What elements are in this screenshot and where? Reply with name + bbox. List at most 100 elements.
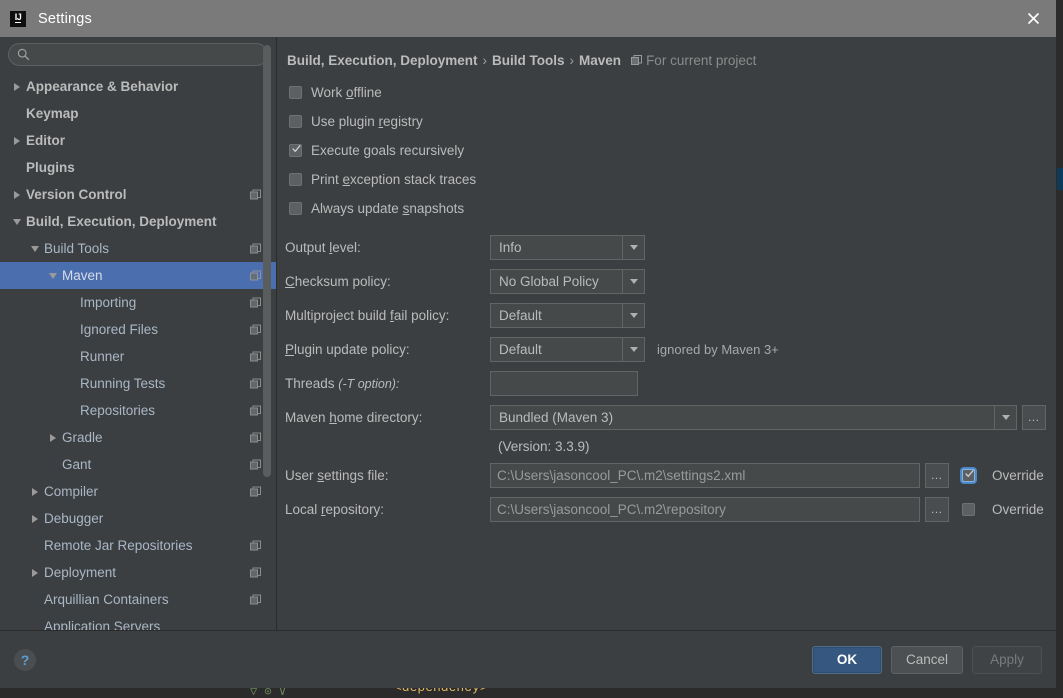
user-settings-override-toggle[interactable]: Override bbox=[962, 468, 1044, 483]
chevron-right-icon[interactable] bbox=[28, 512, 41, 525]
sidebar-item-runner[interactable]: Runner bbox=[0, 343, 276, 370]
local-repository-override-checkbox[interactable] bbox=[962, 502, 975, 516]
checkbox-row-print-exception-stack-traces[interactable]: Print exception stack traces bbox=[289, 165, 1056, 194]
sidebar-item-plugins[interactable]: Plugins bbox=[0, 154, 276, 181]
settings-sidebar: Appearance & Behavior Keymap Editor Plugins… bbox=[0, 37, 277, 630]
chevron-down-icon[interactable] bbox=[46, 269, 59, 282]
cancel-button[interactable]: Cancel bbox=[890, 645, 963, 674]
chevron-down-icon[interactable] bbox=[994, 405, 1016, 429]
chevron-right-icon[interactable] bbox=[28, 566, 41, 579]
chevron-down-icon[interactable] bbox=[622, 337, 644, 361]
checkbox-row-always-update-snapshots[interactable]: Always update snapshots bbox=[289, 194, 1056, 223]
checkbox-row-work-offline[interactable]: Work offline bbox=[289, 78, 1056, 107]
sidebar-item-build-tools[interactable]: Build Tools bbox=[0, 235, 276, 262]
sidebar-item-build-execution-deployment[interactable]: Build, Execution, Deployment bbox=[0, 208, 276, 235]
sidebar-item-repositories[interactable]: Repositories bbox=[0, 397, 276, 424]
sidebar-item-label: Appearance & Behavior bbox=[26, 79, 179, 94]
checkbox-always-update-snapshots[interactable] bbox=[289, 202, 302, 215]
sidebar-item-ignored-files[interactable]: Ignored Files bbox=[0, 316, 276, 343]
sidebar-item-debugger[interactable]: Debugger bbox=[0, 505, 276, 532]
chevron-right-icon[interactable] bbox=[10, 134, 23, 147]
checkbox-row-execute-goals-recursively[interactable]: Execute goals recursively bbox=[289, 136, 1056, 165]
sidebar-item-version-control[interactable]: Version Control bbox=[0, 181, 276, 208]
checkbox-label-use-plugin-registry: Use plugin registry bbox=[311, 114, 423, 129]
close-icon[interactable] bbox=[1010, 0, 1056, 37]
maven-home-label: Maven home directory: bbox=[285, 409, 423, 425]
sidebar-item-label: Arquillian Containers bbox=[44, 592, 169, 607]
twisty-glyph bbox=[31, 514, 38, 523]
user-settings-file-browse-button[interactable]: … bbox=[925, 462, 949, 488]
twisty-glyph bbox=[13, 190, 20, 199]
threads-label: Threads (-T option): bbox=[285, 375, 400, 391]
local-repository-browse-button[interactable]: … bbox=[925, 496, 949, 522]
project-scope-icon bbox=[250, 243, 261, 253]
checkbox-execute-goals-recursively[interactable] bbox=[289, 144, 302, 157]
sidebar-item-appearance-behavior[interactable]: Appearance & Behavior bbox=[0, 73, 276, 100]
sidebar-item-arquillian-containers[interactable]: Arquillian Containers bbox=[0, 586, 276, 613]
scope-indicator: For current project bbox=[631, 53, 756, 68]
sidebar-scrollbar-thumb[interactable] bbox=[263, 45, 271, 477]
chevron-down-icon[interactable] bbox=[10, 215, 23, 228]
user-settings-override-checkbox[interactable] bbox=[962, 468, 975, 482]
maven-home-combo[interactable]: Bundled (Maven 3) bbox=[490, 404, 1017, 430]
sidebar-item-running-tests[interactable]: Running Tests bbox=[0, 370, 276, 397]
breadcrumb-part-2[interactable]: Maven bbox=[579, 53, 621, 68]
local-repository-override-toggle[interactable]: Override bbox=[962, 502, 1044, 517]
output-level-combo[interactable]: Info bbox=[490, 234, 645, 260]
sidebar-item-compiler[interactable]: Compiler bbox=[0, 478, 276, 505]
local-repository-override-label: Override bbox=[992, 501, 1044, 517]
breadcrumb-separator: › bbox=[482, 53, 488, 68]
search-box[interactable] bbox=[8, 43, 268, 66]
sidebar-scrollbar[interactable] bbox=[263, 45, 271, 605]
sidebar-item-remote-jar-repositories[interactable]: Remote Jar Repositories bbox=[0, 532, 276, 559]
chevron-down-icon[interactable] bbox=[622, 303, 644, 327]
project-scope-icon bbox=[250, 567, 261, 577]
sidebar-item-label: Gradle bbox=[62, 430, 103, 445]
breadcrumb-part-0[interactable]: Build, Execution, Deployment bbox=[287, 53, 478, 68]
local-repository-input[interactable]: C:\Users\jasoncool_PC\.m2\repository bbox=[490, 496, 920, 522]
ide-tab-highlight bbox=[1057, 168, 1063, 190]
search-input[interactable] bbox=[30, 46, 259, 63]
sidebar-item-keymap[interactable]: Keymap bbox=[0, 100, 276, 127]
chevron-right-icon[interactable] bbox=[10, 80, 23, 93]
sidebar-item-deployment[interactable]: Deployment bbox=[0, 559, 276, 586]
chevron-down-icon[interactable] bbox=[28, 242, 41, 255]
multiproject-fail-policy-combo[interactable]: Default bbox=[490, 302, 645, 328]
threads-input[interactable] bbox=[490, 370, 638, 396]
ok-button[interactable]: OK bbox=[811, 645, 882, 674]
field-row-threads: Threads (-T option): bbox=[285, 366, 1056, 400]
sidebar-item-application-servers[interactable]: Application Servers bbox=[0, 613, 276, 630]
multiproject-fail-policy-label: Multiproject build fail policy: bbox=[285, 307, 450, 323]
chevron-down-icon[interactable] bbox=[622, 235, 644, 259]
apply-button[interactable]: Apply bbox=[972, 645, 1042, 674]
sidebar-item-importing[interactable]: Importing bbox=[0, 289, 276, 316]
scope-label: For current project bbox=[646, 53, 757, 68]
help-icon[interactable]: ? bbox=[14, 648, 36, 671]
project-scope-icon bbox=[250, 540, 261, 550]
chevron-right-icon[interactable] bbox=[46, 431, 59, 444]
checkbox-work-offline[interactable] bbox=[289, 86, 302, 99]
sidebar-item-gant[interactable]: Gant bbox=[0, 451, 276, 478]
sidebar-item-editor[interactable]: Editor bbox=[0, 127, 276, 154]
sidebar-item-label: Debugger bbox=[44, 511, 104, 526]
checkbox-print-exception-stack-traces[interactable] bbox=[289, 173, 302, 186]
maven-home-browse-button[interactable]: … bbox=[1022, 404, 1046, 430]
plugin-update-policy-combo[interactable]: Default bbox=[490, 336, 645, 362]
checksum-policy-combo[interactable]: No Global Policy bbox=[490, 268, 645, 294]
chevron-right-icon[interactable] bbox=[10, 188, 23, 201]
intellij-logo-icon: IJ bbox=[10, 10, 26, 27]
checkbox-row-use-plugin-registry[interactable]: Use plugin registry bbox=[289, 107, 1056, 136]
sidebar-item-maven[interactable]: Maven bbox=[0, 262, 276, 289]
breadcrumb-part-1[interactable]: Build Tools bbox=[492, 53, 565, 68]
chevron-right-icon[interactable] bbox=[28, 485, 41, 498]
sidebar-item-label: Importing bbox=[80, 295, 137, 310]
twisty-glyph bbox=[48, 272, 57, 279]
user-settings-file-input[interactable]: C:\Users\jasoncool_PC\.m2\settings2.xml bbox=[490, 462, 920, 488]
sidebar-item-label: Application Servers bbox=[44, 619, 161, 630]
chevron-down-icon[interactable] bbox=[622, 269, 644, 293]
checkbox-use-plugin-registry[interactable] bbox=[289, 115, 302, 128]
sidebar-item-gradle[interactable]: Gradle bbox=[0, 424, 276, 451]
